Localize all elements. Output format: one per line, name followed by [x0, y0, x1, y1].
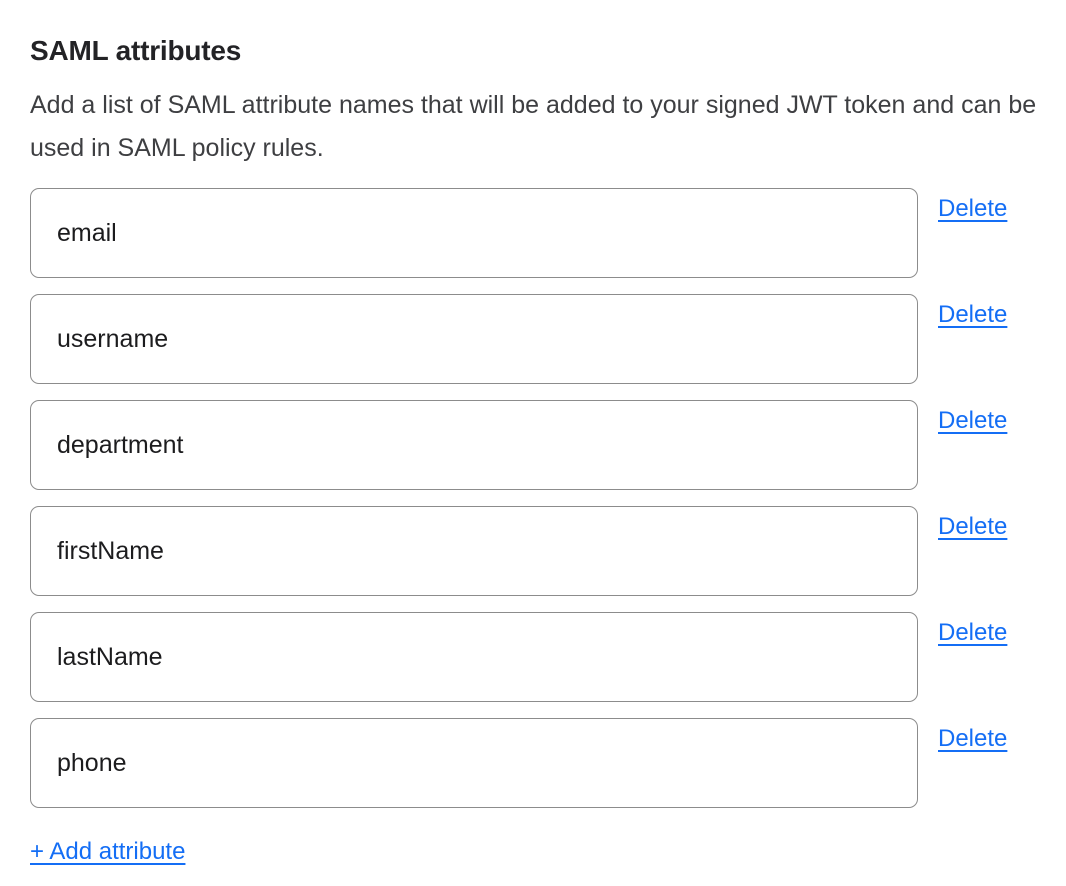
attribute-row: Delete — [30, 612, 1066, 702]
attribute-row: Delete — [30, 294, 1066, 384]
saml-attributes-section: SAML attributes Add a list of SAML attri… — [30, 34, 1066, 866]
attribute-input[interactable] — [30, 612, 918, 702]
add-attribute-link[interactable]: + Add attribute — [30, 838, 185, 866]
delete-attribute-link[interactable]: Delete — [938, 407, 1007, 435]
section-description: Add a list of SAML attribute names that … — [30, 84, 1040, 170]
attribute-input[interactable] — [30, 718, 918, 808]
attribute-input[interactable] — [30, 400, 918, 490]
delete-attribute-link[interactable]: Delete — [938, 619, 1007, 647]
attribute-row: Delete — [30, 506, 1066, 596]
attribute-row: Delete — [30, 188, 1066, 278]
section-title: SAML attributes — [30, 34, 1066, 68]
attribute-row: Delete — [30, 400, 1066, 490]
attribute-input[interactable] — [30, 506, 918, 596]
attribute-input[interactable] — [30, 188, 918, 278]
delete-attribute-link[interactable]: Delete — [938, 301, 1007, 329]
delete-attribute-link[interactable]: Delete — [938, 195, 1007, 223]
attribute-row: Delete — [30, 718, 1066, 808]
delete-attribute-link[interactable]: Delete — [938, 513, 1007, 541]
attribute-input[interactable] — [30, 294, 918, 384]
delete-attribute-link[interactable]: Delete — [938, 725, 1007, 753]
attribute-list: Delete Delete Delete Delete Delete Delet… — [30, 188, 1066, 808]
